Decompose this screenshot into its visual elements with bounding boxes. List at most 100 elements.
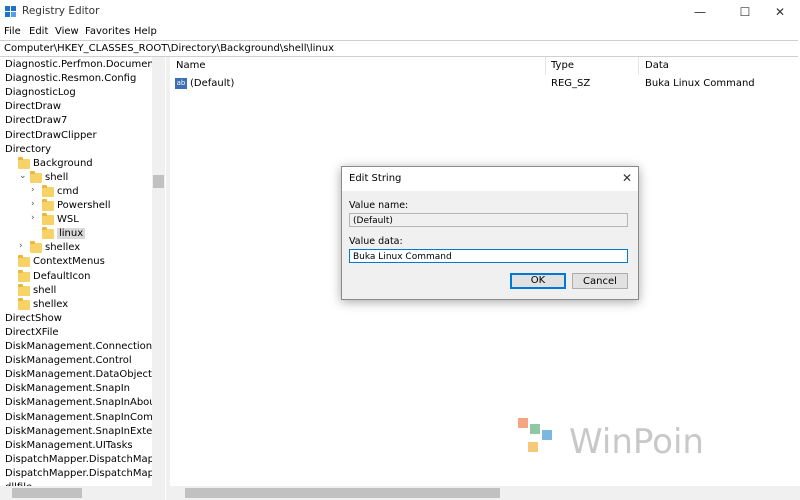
tree-item[interactable]: Directory <box>0 143 152 157</box>
tree-item[interactable]: shell <box>0 283 152 298</box>
tree-item[interactable]: DirectDraw7 <box>0 114 152 128</box>
menu-help[interactable]: Help <box>134 26 157 37</box>
value-data-input[interactable]: Buka Linux Command <box>349 249 628 263</box>
chevron-right-icon[interactable]: › <box>19 241 23 251</box>
address-bar[interactable]: Computer\HKEY_CLASSES_ROOT\Directory\Bac… <box>0 40 798 57</box>
menu-view[interactable]: View <box>55 26 79 37</box>
tree-item[interactable]: DirectXFile <box>0 326 152 340</box>
value-name: (Default) <box>190 78 235 89</box>
column-header-data[interactable]: Data <box>645 60 669 71</box>
tree-item[interactable]: DiskManagement.Control <box>0 354 152 368</box>
chevron-right-icon[interactable]: › <box>31 185 35 195</box>
tree-item-label: shellex <box>33 298 69 310</box>
list-hscroll-thumb[interactable] <box>185 488 500 498</box>
dialog-title: Edit String <box>349 173 402 184</box>
tree-item-label: Diagnostic.Perfmon.Document <box>5 59 152 70</box>
tree-vertical-scrollbar[interactable] <box>152 57 165 486</box>
value-data: Buka Linux Command <box>645 78 755 89</box>
tree-item[interactable]: ⌄ shell <box>0 170 152 185</box>
tree-item[interactable]: DiskManagement.UITasks <box>0 439 152 453</box>
tree-item[interactable]: DirectShow <box>0 312 152 326</box>
minimize-button[interactable]: — <box>680 0 720 24</box>
tree-item[interactable]: shellex <box>0 297 152 312</box>
chevron-down-icon[interactable]: ⌄ <box>19 171 27 181</box>
column-header-name[interactable]: Name <box>176 60 206 71</box>
tree-hscroll-thumb[interactable] <box>12 488 82 498</box>
column-divider[interactable] <box>638 57 639 75</box>
tree-item-label: DiskManagement.Connection <box>5 341 152 352</box>
menu-file[interactable]: File <box>4 26 21 37</box>
winpoin-watermark: WinPoin <box>518 416 718 462</box>
menu-favorites[interactable]: Favorites <box>85 26 130 37</box>
window-titlebar: Registry Editor — ☐ ✕ <box>0 0 800 24</box>
tree-item-label: cmd <box>57 185 79 197</box>
tree-item[interactable]: › Powershell <box>0 199 152 213</box>
tree-item-label: DirectXFile <box>5 326 59 338</box>
tree-item-label: DiskManagement.DataObject <box>5 369 152 381</box>
tree-item[interactable]: › shellex <box>0 241 152 255</box>
address-path[interactable]: Computer\HKEY_CLASSES_ROOT\Directory\Bac… <box>4 43 334 54</box>
menu-edit[interactable]: Edit <box>29 26 48 37</box>
key-tree: Diagnostic.Perfmon.Document Diagnostic.Re… <box>0 57 165 500</box>
folder-icon <box>18 269 30 282</box>
tree-item[interactable]: › cmd <box>0 184 152 199</box>
string-value-icon: ab <box>175 78 187 89</box>
value-name-field: (Default) <box>349 213 628 227</box>
watermark-logo-tile <box>518 418 528 428</box>
chevron-right-icon[interactable]: › <box>31 213 35 223</box>
tree-item[interactable]: DefaultIcon <box>0 269 152 284</box>
tree-item[interactable]: DiskManagement.SnapInAbout <box>0 396 152 410</box>
column-header-type[interactable]: Type <box>551 60 574 71</box>
tree-item[interactable]: ContextMenus <box>0 255 152 269</box>
tree-item-label: ContextMenus <box>33 256 105 268</box>
value-type: REG_SZ <box>551 78 591 89</box>
tree-item[interactable]: Background <box>0 156 152 171</box>
tree-item[interactable]: linux <box>0 227 152 241</box>
list-horizontal-scrollbar[interactable] <box>170 486 800 500</box>
tree-item[interactable]: Diagnostic.Resmon.Config <box>0 72 152 86</box>
tree-item-label: DirectDrawClipper <box>5 129 97 141</box>
edit-string-dialog: Edit String ✕ Value name: (Default) Valu… <box>341 166 639 300</box>
tree-item[interactable]: DiskManagement.Connection <box>0 340 152 354</box>
tree-item-label: DispatchMapper.DispatchMapper <box>5 453 152 465</box>
value-data-label: Value data: <box>349 236 403 247</box>
tree-item[interactable]: DiskManagement.SnapInExtension <box>0 425 152 439</box>
tree-item-label: Diagnostic.Resmon.Config <box>5 73 137 85</box>
folder-icon <box>30 170 42 183</box>
maximize-button[interactable]: ☐ <box>725 0 765 24</box>
folder-icon <box>18 255 30 268</box>
tree-item-label: shell <box>33 284 57 296</box>
tree-item-label: DiskManagement.SnapInComponent <box>5 411 152 423</box>
tree-item-label: DiskManagement.Control <box>5 355 132 367</box>
tree-item[interactable]: DirectDrawClipper <box>0 129 152 143</box>
tree-item[interactable]: Diagnostic.Perfmon.Document <box>0 58 152 72</box>
tree-item-label: Powershell <box>57 200 111 211</box>
tree-item[interactable]: DispatchMapper.DispatchMapper.1 <box>0 467 152 481</box>
tree-item[interactable]: DirectDraw <box>0 100 152 114</box>
tree-item[interactable]: DiskManagement.SnapIn <box>0 382 152 396</box>
close-button[interactable]: ✕ <box>760 0 800 24</box>
tree-item[interactable]: DispatchMapper.DispatchMapper <box>0 453 152 467</box>
tree-item[interactable]: DiskManagement.SnapInComponent <box>0 411 152 425</box>
tree-item[interactable]: DiskManagement.DataObject <box>0 368 152 382</box>
chevron-right-icon[interactable]: › <box>31 199 35 209</box>
watermark-logo-tile <box>528 442 538 452</box>
value-row[interactable]: ab (Default) REG_SZ Buka Linux Command <box>170 77 800 91</box>
tree-scroll-thumb[interactable] <box>153 175 164 188</box>
tree-item-label: DiskManagement.SnapInAbout <box>5 397 152 409</box>
column-divider[interactable] <box>545 57 546 75</box>
tree-item-label: WSL <box>57 214 79 226</box>
ok-button[interactable]: OK <box>510 273 566 289</box>
tree-horizontal-scrollbar[interactable] <box>0 486 165 500</box>
tree-item[interactable]: › WSL <box>0 213 152 227</box>
folder-icon <box>42 184 54 197</box>
folder-icon <box>42 199 54 211</box>
tree-item-label: DirectShow <box>5 312 62 324</box>
watermark-text: WinPoin <box>569 422 704 462</box>
tree-item[interactable]: DiagnosticLog <box>0 86 152 100</box>
watermark-logo-tile <box>542 430 552 440</box>
tree-item-label: DiskManagement.UITasks <box>5 439 133 451</box>
tree-item-label: linux <box>57 228 86 240</box>
cancel-button[interactable]: Cancel <box>572 273 628 289</box>
dialog-close-icon[interactable]: ✕ <box>622 171 632 185</box>
